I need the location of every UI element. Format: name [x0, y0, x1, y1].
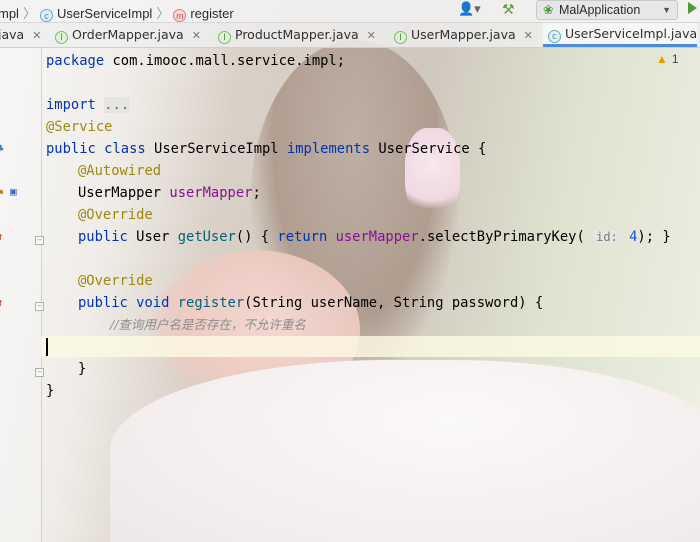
- tab-user-service-impl[interactable]: c UserServiceImpl.java: [543, 23, 698, 47]
- folded-imports[interactable]: ...: [104, 97, 130, 113]
- navigate-bean-icon[interactable]: ▣: [10, 185, 17, 198]
- code-line: public void register(String userName, St…: [78, 295, 544, 311]
- navigation-bar: mpl 〉 c UserServiceImpl 〉 m register 👤▾ ⚒ ❀ Ma…: [0, 0, 700, 23]
- bean-icon[interactable]: ♣: [0, 142, 4, 155]
- warning-count: 1: [671, 52, 679, 66]
- tab-label: ProductMapper.java: [235, 27, 359, 42]
- tab-label: UserMapper.java: [411, 27, 516, 42]
- tab-label: UserServiceImpl.java: [565, 26, 698, 41]
- tab-user-mapper[interactable]: I UserMapper.java ✕: [394, 23, 533, 47]
- fold-icon[interactable]: −: [35, 302, 44, 311]
- close-icon[interactable]: ✕: [192, 29, 201, 42]
- interface-icon: I: [55, 31, 68, 44]
- breadcrumb-separator-icon: 〉: [22, 6, 36, 21]
- code-line: @Override: [78, 273, 153, 289]
- breadcrumb-class[interactable]: UserServiceImpl: [57, 6, 152, 21]
- fold-icon[interactable]: −: [35, 236, 44, 245]
- code-editor[interactable]: package com.imooc.mall.service.impl; imp…: [46, 48, 700, 542]
- breadcrumb-separator-icon: 〉: [156, 6, 170, 21]
- chevron-down-icon: ▼: [662, 5, 671, 15]
- close-icon[interactable]: ✕: [367, 29, 376, 42]
- code-line: import ...: [46, 97, 130, 113]
- tab-label: java: [0, 27, 25, 42]
- code-line: package com.imooc.mall.service.impl;: [46, 53, 346, 69]
- breadcrumb-method[interactable]: register: [190, 6, 233, 21]
- spring-boot-icon: ❀: [543, 3, 554, 17]
- warning-icon: ▲: [656, 52, 668, 66]
- tab-java[interactable]: java ✕: [0, 23, 41, 47]
- close-icon[interactable]: ✕: [32, 29, 41, 42]
- run-config-label: MalApplication: [559, 3, 641, 17]
- parameter-hint: id:: [593, 230, 621, 244]
- code-line: //查询用户名是否存在，不允许重名: [110, 317, 306, 332]
- autowired-bean-icon[interactable]: ⚑: [0, 186, 4, 199]
- editor-gutter[interactable]: ♣ ⚑ ▣ ↑ ↑ − − −: [0, 48, 44, 542]
- code-line: @Override: [78, 207, 153, 223]
- run-icon[interactable]: [688, 2, 697, 14]
- user-icon[interactable]: 👤▾: [458, 1, 481, 17]
- code-line: @Autowired: [78, 163, 162, 179]
- code-line: }: [78, 361, 87, 377]
- implements-method-icon[interactable]: ↑: [0, 296, 4, 309]
- close-icon[interactable]: ✕: [524, 29, 533, 42]
- tab-label: OrderMapper.java: [72, 27, 184, 42]
- tab-product-mapper[interactable]: I ProductMapper.java ✕: [218, 23, 376, 47]
- inspection-widget[interactable]: ▲ 1: [656, 52, 679, 66]
- implements-method-icon[interactable]: ↑: [0, 230, 4, 243]
- class-icon: c: [548, 30, 561, 43]
- code-line: }: [46, 383, 55, 399]
- interface-icon: I: [218, 31, 231, 44]
- breadcrumb-package[interactable]: mpl: [0, 6, 19, 21]
- fold-icon[interactable]: −: [35, 368, 44, 377]
- code-line: UserMapper userMapper;: [78, 185, 261, 201]
- code-line: public User getUser() { return userMappe…: [78, 229, 671, 245]
- text-caret: [46, 338, 48, 356]
- build-hammer-icon[interactable]: ⚒: [502, 1, 515, 18]
- editor-tab-bar: java ✕ I OrderMapper.java ✕ I ProductMapper.…: [0, 23, 700, 48]
- tab-order-mapper[interactable]: I OrderMapper.java ✕: [55, 23, 201, 47]
- class-icon: c: [39, 9, 53, 22]
- code-line: @Service: [46, 119, 113, 135]
- method-icon: m: [173, 9, 187, 22]
- interface-icon: I: [394, 31, 407, 44]
- breadcrumb: mpl 〉 c UserServiceImpl 〉 m register: [0, 3, 234, 22]
- run-configuration-selector[interactable]: ❀ MalApplication ▼: [536, 0, 678, 20]
- code-line: public class UserServiceImpl implements …: [46, 141, 487, 157]
